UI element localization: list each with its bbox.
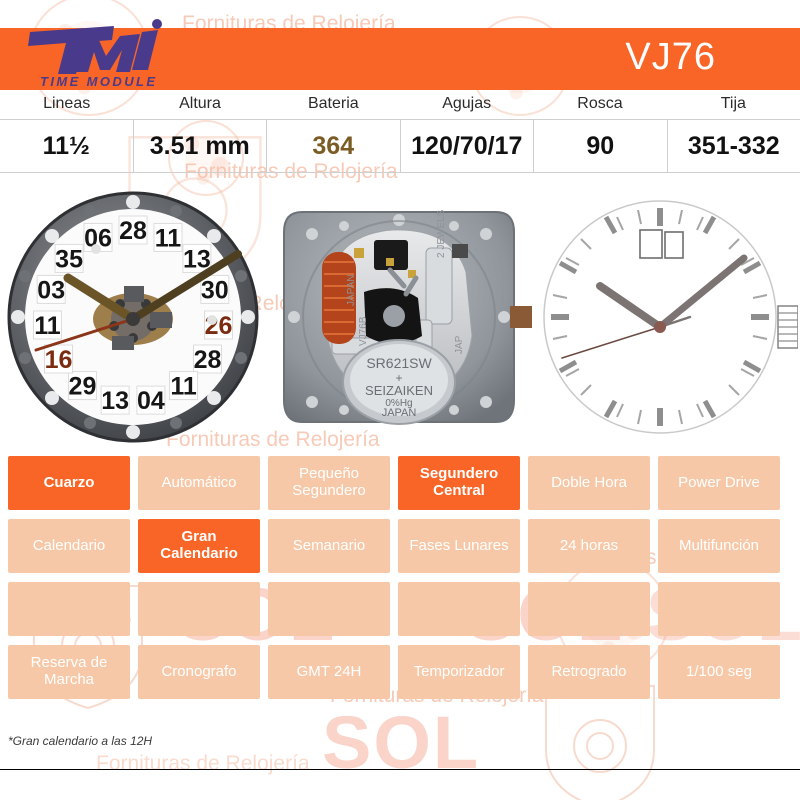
svg-text:04: 04 [137, 387, 165, 415]
tmi-logo-mark: TIME MODULE [28, 19, 162, 89]
svg-text:35: 35 [55, 245, 83, 273]
svg-text:VJ76B: VJ76B [358, 316, 369, 346]
spec-header-altura: Altura [179, 95, 221, 113]
feature-badge-empty-6[interactable] [658, 582, 780, 636]
spec-value-row: 11½ 3.51 mm 364 120/70/17 90 351-332 [0, 120, 800, 172]
spec-value-tija: 351-332 [687, 131, 780, 160]
feature-badge-semanario[interactable]: Semanario [268, 519, 390, 573]
svg-text:11: 11 [155, 224, 182, 252]
svg-text:13: 13 [101, 387, 129, 415]
svg-text:JAP: JAP [454, 335, 465, 354]
svg-text:03: 03 [37, 276, 65, 304]
svg-text:28: 28 [194, 346, 222, 374]
feature-grid: Cuarzo Automático Pequeño Segundero Segu… [8, 456, 792, 708]
watermark-tagline-8: Fornituras de Relojería [96, 752, 310, 775]
feature-badge-24-horas[interactable]: 24 horas [528, 519, 650, 573]
feature-badge-empty-2[interactable] [138, 582, 260, 636]
svg-text:SR621SW: SR621SW [366, 355, 432, 371]
spec-header-agujas: Agujas [442, 95, 492, 113]
feature-badge-cronografo[interactable]: Cronografo [138, 645, 260, 699]
svg-text:11: 11 [170, 373, 197, 401]
feature-row-4: Reserva de Marcha Cronografo GMT 24H Tem… [8, 645, 792, 699]
feature-badge-empty-3[interactable] [268, 582, 390, 636]
watermark-sol-6: SOL [322, 701, 481, 784]
spec-header-bateria: Bateria [307, 95, 359, 113]
spec-value-rosca: 90 [534, 120, 668, 172]
svg-text:29: 29 [69, 373, 97, 401]
spec-value-agujas: 120/70/17 [401, 120, 534, 172]
feature-badge-empty-1[interactable] [8, 582, 130, 636]
feature-badge-power-drive[interactable]: Power Drive [658, 456, 780, 510]
feature-badge-1-100-seg[interactable]: 1/100 seg [658, 645, 780, 699]
product-image-strip: 28 11 13 30 26 28 11 04 13 29 16 11 03 3… [0, 186, 800, 448]
spec-table: Lineas Altura Bateria Agujas Rosca Tija … [0, 90, 800, 173]
feature-row-2: Calendario Gran Calendario Semanario Fas… [8, 519, 792, 573]
spec-table-bottom-divider [0, 172, 800, 173]
feature-badge-gmt-24h[interactable]: GMT 24H [268, 645, 390, 699]
page-root: SOL SOL SOL SOL SOL SOL SOL Fornituras d… [0, 0, 800, 800]
bottom-divider [0, 769, 800, 770]
svg-text:16: 16 [45, 346, 73, 374]
svg-text:11: 11 [34, 312, 61, 340]
svg-text:2 JEWELS: 2 JEWELS [436, 209, 447, 258]
svg-text:30: 30 [201, 276, 229, 304]
feature-badge-reserva-de-marcha[interactable]: Reserva de Marcha [8, 645, 130, 699]
feature-row-1: Cuarzo Automático Pequeño Segundero Segu… [8, 456, 792, 510]
feature-badge-segundero-central[interactable]: Segundero Central [398, 456, 520, 510]
feature-badge-calendario[interactable]: Calendario [8, 519, 130, 573]
spec-value-lineas: 11½ [0, 120, 134, 172]
feature-badge-fases-lunares[interactable]: Fases Lunares [398, 519, 520, 573]
footnote-text: *Gran calendario a las 12H [8, 734, 153, 748]
svg-text:JAPAN: JAPAN [382, 407, 417, 419]
feature-badge-retrogrado[interactable]: Retrogrado [528, 645, 650, 699]
feature-badge-doble-hora[interactable]: Doble Hora [528, 456, 650, 510]
svg-text:28: 28 [119, 217, 147, 245]
spec-header-lineas: Lineas [43, 95, 91, 113]
svg-text:JAPAN: JAPAN [346, 275, 357, 307]
tmi-logo: TIME MODULE [18, 10, 168, 90]
feature-badge-automatico[interactable]: Automático [138, 456, 260, 510]
feature-badge-gran-calendario[interactable]: Gran Calendario [138, 519, 260, 573]
movement-dial-side-image: 28 11 13 30 26 28 11 04 13 29 16 11 03 3… [0, 186, 266, 448]
feature-row-3 [8, 582, 792, 636]
movement-back-image: SR621SW + SEIZAIKEN 0%Hg JAPAN JAPAN VJ7… [266, 186, 532, 448]
spec-header-row: Lineas Altura Bateria Agujas Rosca Tija [0, 90, 800, 120]
feature-badge-empty-4[interactable] [398, 582, 520, 636]
crown-stem [777, 305, 798, 349]
feature-badge-pequeno-segundero[interactable]: Pequeño Segundero [268, 456, 390, 510]
feature-badge-cuarzo[interactable]: Cuarzo [8, 456, 130, 510]
dial-schematic-image [532, 186, 798, 448]
header-bar: TIME MODULE VJ76 [0, 19, 800, 90]
spec-header-rosca: Rosca [577, 95, 623, 113]
spec-header-tija: Tija [720, 95, 746, 113]
spec-value-bateria: 364 [267, 120, 401, 172]
model-title: VJ76 [625, 36, 716, 78]
feature-badge-empty-5[interactable] [528, 582, 650, 636]
feature-badge-temporizador[interactable]: Temporizador [398, 645, 520, 699]
svg-text:SEIZAIKEN: SEIZAIKEN [365, 383, 433, 398]
feature-badge-multifuncion[interactable]: Multifunción [658, 519, 780, 573]
tmi-logo-tagline: TIME MODULE [40, 74, 157, 89]
spec-value-altura: 3.51 mm [134, 120, 267, 172]
